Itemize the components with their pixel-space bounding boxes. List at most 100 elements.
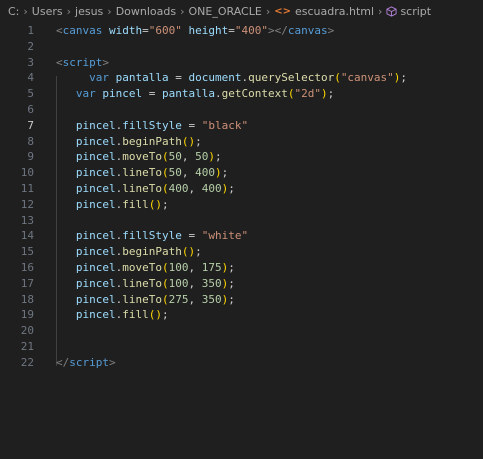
breadcrumb-file[interactable]: escuadra.html: [295, 5, 374, 18]
code-token: 400: [195, 166, 215, 180]
code-line[interactable]: 9 pincel.moveTo(50, 50);: [0, 149, 483, 165]
code-token: pincel: [75, 229, 116, 243]
code-token: height: [188, 24, 229, 37]
code-token: <: [56, 55, 63, 69]
code-token: ): [215, 166, 222, 180]
breadcrumb-segment[interactable]: Users: [32, 5, 63, 18]
breadcrumb-symbol[interactable]: script: [400, 5, 431, 18]
line-number: 14: [20, 229, 34, 243]
code-line[interactable]: 11 pincel.lineTo(400, 400);: [0, 181, 483, 197]
code-line[interactable]: 12 pincel.fill();: [0, 197, 483, 213]
code-text: </script>: [56, 355, 116, 371]
code-line[interactable]: 10 pincel.lineTo(50, 400);: [0, 165, 483, 181]
code-text: <canvas width="600" height="400"></canva…: [56, 23, 334, 39]
breadcrumb-segment[interactable]: jesus: [75, 5, 103, 18]
code-line[interactable]: 1 <canvas width="600" height="400"></canv…: [0, 23, 483, 39]
code-token: fillStyle: [122, 118, 182, 132]
code-token: ;: [162, 197, 169, 211]
code-token: =: [142, 24, 149, 37]
code-token: var: [89, 71, 109, 85]
code-line[interactable]: 19 pincel.fill();: [0, 307, 483, 323]
code-token: <: [56, 24, 63, 37]
code-token: canvas: [62, 24, 103, 37]
code-token: pincel: [75, 292, 116, 306]
code-line[interactable]: 16 pincel.moveTo(100, 175);: [0, 260, 483, 276]
code-line[interactable]: 6: [0, 102, 483, 118]
code-token: ;: [400, 71, 408, 85]
code-token: ,: [181, 150, 196, 164]
code-token: 400: [168, 182, 189, 195]
code-token: "white": [201, 229, 249, 243]
code-editor[interactable]: 1 <canvas width="600" height="400"></canv…: [0, 22, 483, 459]
code-text: pincel.lineTo(50, 400);: [56, 165, 228, 181]
line-number: 5: [27, 87, 34, 101]
code-token: fillStyle: [122, 229, 182, 243]
code-token: pincel: [75, 118, 116, 132]
code-line[interactable]: 21: [0, 339, 483, 355]
code-token: script: [62, 55, 103, 69]
code-token: getContext: [221, 87, 288, 101]
code-token: ;: [195, 134, 202, 148]
code-line[interactable]: 5 var pincel = pantalla.getContext("2d")…: [0, 86, 483, 102]
line-number: 20: [20, 324, 34, 338]
code-text: pincel.fillStyle = "black": [56, 118, 248, 134]
code-line[interactable]: 17 pincel.lineTo(100, 350);: [0, 276, 483, 292]
code-token: pincel: [75, 166, 116, 180]
code-line[interactable]: 13: [0, 213, 483, 229]
code-line[interactable]: 15 pincel.beginPath();: [0, 244, 483, 260]
chevron-right-icon: ›: [107, 4, 112, 18]
code-token: beginPath: [122, 245, 182, 259]
code-line[interactable]: 7 pincel.fillStyle = "black": [0, 118, 483, 134]
code-line[interactable]: 8 pincel.beginPath();: [0, 134, 483, 150]
code-token: 50: [195, 150, 209, 164]
code-text: pincel.lineTo(400, 400);: [56, 181, 235, 197]
code-token: canvas: [287, 24, 328, 37]
code-line[interactable]: 18 pincel.lineTo(275, 350);: [0, 292, 483, 308]
code-token: 175: [201, 261, 222, 274]
breadcrumb-segment[interactable]: ONE_ORACLE: [189, 5, 262, 18]
code-token: (: [162, 261, 169, 274]
code-token: ,: [188, 292, 202, 306]
code-token: lineTo: [122, 166, 162, 180]
code-line[interactable]: 3 <script>: [0, 55, 483, 71]
line-number: 9: [27, 150, 34, 164]
code-token: beginPath: [122, 134, 182, 148]
html-file-icon: <>: [274, 5, 291, 17]
code-text: pincel.beginPath();: [56, 244, 202, 260]
code-text: <script>: [56, 55, 109, 71]
code-text: pincel.lineTo(275, 350);: [56, 292, 235, 308]
code-text: pincel.lineTo(100, 350);: [56, 276, 235, 292]
code-token: pincel: [75, 134, 116, 148]
code-token: pincel: [75, 245, 116, 259]
code-token: lineTo: [122, 182, 162, 195]
breadcrumb-segment[interactable]: C:: [8, 5, 19, 18]
chevron-right-icon: ›: [265, 4, 271, 18]
code-token: "2d": [294, 87, 321, 101]
breadcrumb-segment[interactable]: Downloads: [116, 5, 176, 18]
code-token: ;: [215, 150, 222, 164]
code-token: >: [109, 355, 116, 369]
code-token: ;: [162, 308, 169, 322]
cube-symbol-icon: [386, 5, 397, 17]
code-token: pantalla: [162, 87, 215, 101]
code-token: querySelector: [248, 71, 335, 85]
code-token: ;: [228, 292, 235, 306]
code-line[interactable]: 22 </script>: [0, 355, 483, 371]
code-token: ,: [181, 166, 196, 180]
code-line[interactable]: 20: [0, 323, 483, 339]
code-line[interactable]: 14 pincel.fillStyle = "white": [0, 228, 483, 244]
code-line[interactable]: 2: [0, 39, 483, 55]
line-number: 3: [27, 55, 34, 69]
code-token: (): [181, 245, 196, 259]
code-line[interactable]: 4 var pantalla = document.querySelector(…: [0, 70, 483, 86]
line-number: 22: [20, 355, 34, 369]
code-token: moveTo: [122, 150, 162, 164]
code-text: pincel.fill();: [56, 197, 169, 213]
